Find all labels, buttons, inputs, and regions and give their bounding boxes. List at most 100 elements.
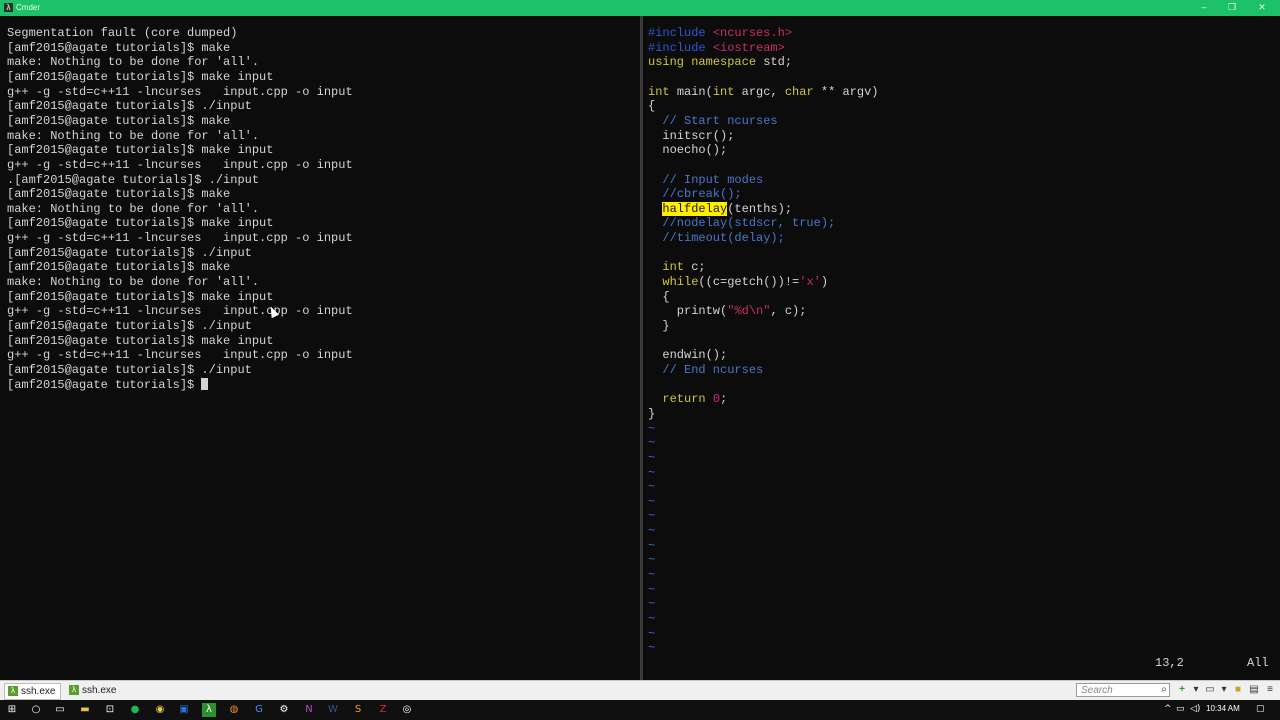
code-token: 0 xyxy=(712,392,721,407)
terminal-line: [amf2015@agate tutorials]$ make input xyxy=(7,289,274,304)
terminal-line: [amf2015@agate tutorials]$ xyxy=(7,378,209,392)
search-icon[interactable]: ⌕ xyxy=(1158,684,1170,696)
code-token: #include xyxy=(648,40,713,55)
code-token: printw( xyxy=(648,304,728,319)
network-icon[interactable]: ▭ xyxy=(1176,704,1185,714)
code-token: { xyxy=(648,99,656,114)
taskbar-clock[interactable]: 10:34 AM xyxy=(1206,704,1240,713)
vim-empty-line-marker: ~ xyxy=(648,538,656,553)
code-token: return xyxy=(662,392,713,407)
terminal-line: g++ -g -std=c++11 -lncurses input.cpp -o… xyxy=(7,84,353,99)
new-tab-icon[interactable]: + xyxy=(1176,684,1188,696)
chrome-icon[interactable]: ◉ xyxy=(153,703,167,717)
code-line: initscr(); xyxy=(648,129,734,143)
code-line: // Start ncurses xyxy=(648,113,778,128)
cortana-icon[interactable]: ○ xyxy=(29,703,43,717)
code-token: (tenths); xyxy=(727,201,793,216)
vim-scroll-indicator: All xyxy=(1247,656,1269,670)
tab-ssh-1[interactable]: λ ssh.exe xyxy=(4,683,62,700)
terminal-line: [amf2015@agate tutorials]$ ./input xyxy=(7,245,252,260)
code-token: //cbreak(); xyxy=(648,187,742,202)
code-token: using xyxy=(648,55,692,70)
menu-icon[interactable]: ≡ xyxy=(1264,684,1276,696)
code-token: char xyxy=(784,84,821,99)
code-token: ) xyxy=(820,275,829,290)
code-token: c; xyxy=(691,260,706,275)
file-explorer-icon[interactable]: ▬ xyxy=(78,703,92,717)
code-line: using namespace std; xyxy=(648,55,792,69)
code-token: ; xyxy=(720,392,728,407)
code-line: //cbreak(); xyxy=(648,187,742,202)
code-token: <ncurses.h> xyxy=(712,26,793,40)
code-token: } xyxy=(648,406,656,421)
vim-empty-line-marker: ~ xyxy=(648,568,656,583)
onenote-icon[interactable]: N xyxy=(302,703,316,717)
settings-icon[interactable]: ⚙ xyxy=(277,703,291,717)
spotify-icon[interactable]: ● xyxy=(128,703,142,717)
filezilla-icon[interactable]: Z xyxy=(376,703,390,717)
notifications-icon[interactable]: ▢ xyxy=(1256,704,1265,714)
code-line: } xyxy=(648,407,655,421)
code-token: int xyxy=(712,84,742,99)
tab-ssh-2[interactable]: λ ssh.exe xyxy=(66,683,121,698)
close-button[interactable]: ✕ xyxy=(1254,2,1270,13)
vim-empty-line-marker: ~ xyxy=(648,641,656,656)
code-token: "%d\n" xyxy=(727,304,771,319)
github-icon[interactable]: ◎ xyxy=(400,703,414,717)
code-token: initscr(); xyxy=(648,128,735,143)
vim-empty-line-marker: ~ xyxy=(648,509,656,524)
tray-chevron-up-icon[interactable]: ^ xyxy=(1164,704,1172,714)
windows-start-icon[interactable]: ⊞ xyxy=(5,703,19,717)
split-view-icon[interactable]: ▭ xyxy=(1204,684,1216,696)
code-line: int c; xyxy=(648,260,706,275)
vim-empty-line-marker: ~ xyxy=(648,553,656,568)
terminal-line: make: Nothing to be done for 'all'. xyxy=(7,275,260,290)
code-token: // Start ncurses xyxy=(648,113,778,128)
cmder-icon[interactable]: λ xyxy=(202,703,216,717)
google-icon[interactable]: G xyxy=(252,703,266,717)
vim-editor-pane[interactable]: 13,2 All #include <ncurses.h> #include <i… xyxy=(643,16,1280,680)
outlook-icon[interactable]: ▣ xyxy=(177,703,191,717)
volume-icon[interactable]: ◁) xyxy=(1190,704,1200,714)
code-token: //nodelay(stdscr, true); xyxy=(648,216,836,231)
sublime-icon[interactable]: S xyxy=(351,703,365,717)
chevron-down-icon[interactable]: ▾ xyxy=(1218,684,1230,696)
code-line: { xyxy=(648,290,669,304)
terminal-line: [amf2015@agate tutorials]$ make input xyxy=(7,216,274,231)
search-input[interactable]: Search xyxy=(1076,683,1170,697)
code-line: //nodelay(stdscr, true); xyxy=(648,216,835,230)
code-line: noecho(); xyxy=(648,143,727,157)
terminal-line: [amf2015@agate tutorials]$ ./input xyxy=(7,319,252,333)
word-icon[interactable]: W xyxy=(326,703,340,717)
code-line: printw("%d\n", c); xyxy=(648,304,807,319)
code-line: #include <iostream> xyxy=(648,41,785,55)
terminal-line: make: Nothing to be done for 'all'. xyxy=(7,201,260,216)
vim-empty-line-marker: ~ xyxy=(648,421,656,436)
task-view-icon[interactable]: ▭ xyxy=(53,703,67,717)
code-line: halfdelay(tenths); xyxy=(648,201,793,216)
terminal-line: [amf2015@agate tutorials]$ make input xyxy=(7,69,274,84)
terminal-cursor xyxy=(201,378,209,391)
code-token: } xyxy=(648,319,670,333)
terminal-line: [amf2015@agate tutorials]$ make xyxy=(7,113,231,128)
store-icon[interactable]: ⊡ xyxy=(103,703,117,717)
minimize-button[interactable]: – xyxy=(1196,2,1212,13)
code-token: std; xyxy=(763,55,793,70)
code-line: int main(int argc, char ** argv) xyxy=(648,85,878,99)
code-token: // Input modes xyxy=(648,172,764,187)
window-layout-icon[interactable]: ▤ xyxy=(1248,684,1260,696)
maximize-button[interactable]: ❐ xyxy=(1224,2,1240,13)
tab-label: ssh.exe xyxy=(82,685,117,696)
code-line: return 0; xyxy=(648,392,727,406)
lock-icon[interactable]: ■ xyxy=(1232,684,1244,696)
terminal-line: [amf2015@agate tutorials]$ ./input xyxy=(7,99,252,114)
window-title: Cmder xyxy=(16,3,41,12)
code-token: argc, xyxy=(741,84,785,99)
code-token: , c); xyxy=(770,304,807,319)
terminal-pane[interactable]: Segmentation fault (core dumped) [amf2015… xyxy=(0,16,640,680)
firefox-icon[interactable]: ◍ xyxy=(227,703,241,717)
chevron-down-icon[interactable]: ▾ xyxy=(1190,684,1202,696)
